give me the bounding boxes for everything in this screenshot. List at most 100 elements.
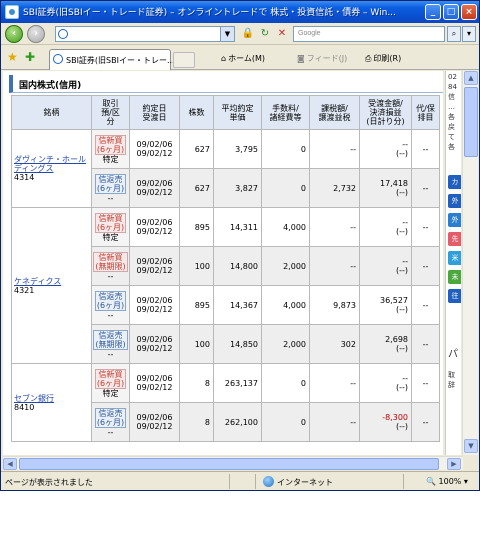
zoom-level[interactable]: 🔍 100% ▾ <box>426 477 468 486</box>
vertical-scrollbar[interactable]: ▲ ▼ <box>462 71 478 455</box>
table-row: ダヴィンチ・ホールディングス 4314 信新買 (6ヶ月) 特定 09/02/06… <box>11 129 440 208</box>
col-header-fee: 手数料/ 諸経費等 <box>261 95 310 130</box>
last-cell: -- <box>411 207 440 247</box>
price-cell: 14,850 <box>213 324 262 364</box>
side-text: 各 <box>448 113 455 121</box>
pl-cell: -- (--) <box>359 207 412 247</box>
print-button[interactable]: ⎙ 印刷(R) <box>365 53 401 64</box>
tab-sbi[interactable]: SBI証券(旧SBIイー・トレー... <box>49 49 175 70</box>
qty-cell: 8 <box>179 363 214 403</box>
title-bar[interactable]: SBI証券(旧SBIイー・トレード証券) – オンライントレードで 株式・投資信… <box>1 1 479 23</box>
horizontal-scrollbar[interactable]: ◀ ▶ <box>3 456 463 470</box>
feed-icon: ◙ <box>297 54 305 63</box>
trade-kind-badge: 信返売 (無期限) <box>93 329 128 350</box>
home-button[interactable]: ⌂ ホーム(M) <box>221 53 265 64</box>
qty-cell: 627 <box>179 129 214 169</box>
side-quick-button[interactable]: 先 <box>448 232 461 246</box>
feed-button[interactable]: ◙ フィード(J) <box>297 53 347 64</box>
last-cell: -- <box>411 402 440 442</box>
section-header: 国内株式(信用) <box>9 75 443 93</box>
tax-cell: -- <box>309 129 360 169</box>
trade-kind-badge: 信新買 (6ヶ月) <box>94 368 127 389</box>
side-quick-button[interactable]: 往 <box>448 289 461 303</box>
stock-name-cell: ケネディクス 4321 <box>11 207 92 364</box>
refresh-icon[interactable]: ↻ <box>258 27 272 41</box>
price-cell: 262,100 <box>213 402 262 442</box>
lock-icon[interactable]: 🔒 <box>241 27 255 41</box>
fee-cell: 4,000 <box>261 207 310 247</box>
side-quick-button[interactable]: 外 <box>448 194 461 208</box>
price-cell: 14,367 <box>213 285 262 325</box>
last-cell: -- <box>411 168 440 208</box>
side-quick-button[interactable]: カ <box>448 175 461 189</box>
minimize-button[interactable]: _ <box>425 4 441 20</box>
pl-cell: -- (--) <box>359 363 412 403</box>
account-type: 特定 <box>102 154 119 164</box>
search-button[interactable]: ⌕ <box>447 26 461 42</box>
dates-cell: 09/02/06 09/02/12 <box>129 324 180 364</box>
table-header-row: 銘柄 取引 預/区 分 約定日 受渡日 株数 平均約定 単価 手数料/ 諸経費等… <box>11 95 440 130</box>
trade-kind-cell: 信新買 (6ヶ月) 特定 <box>91 129 130 169</box>
fee-cell: 2,000 <box>261 246 310 286</box>
status-message: ページが表示されました <box>5 478 93 487</box>
trade-kind-cell: 信新買 (6ヶ月) 特定 <box>91 363 130 403</box>
horizontal-scroll-thumb[interactable] <box>19 458 439 470</box>
side-text: … <box>448 103 455 111</box>
fee-cell: 0 <box>261 402 310 442</box>
fee-cell: 0 <box>261 168 310 208</box>
side-quick-button[interactable]: 未 <box>448 270 461 284</box>
close-button[interactable]: × <box>461 4 477 20</box>
fee-cell: 4,000 <box>261 285 310 325</box>
account-type: -- <box>107 193 114 203</box>
tax-cell: 302 <box>309 324 360 364</box>
new-tab-button[interactable] <box>173 52 195 68</box>
dates-cell: 09/02/06 09/02/12 <box>129 168 180 208</box>
print-icon: ⎙ <box>365 54 372 63</box>
status-bar: ページが表示されました インターネット 🔍 100% ▾ <box>1 471 479 490</box>
side-quick-button[interactable]: 米 <box>448 251 461 265</box>
dates-cell: 09/02/06 09/02/12 <box>129 129 180 169</box>
scroll-down-icon[interactable]: ▼ <box>464 439 478 453</box>
table-row: セブン銀行 8410 信新買 (6ヶ月) 特定 09/02/06 09/02/12 8… <box>11 363 440 442</box>
account-type: -- <box>107 349 114 359</box>
scroll-right-icon[interactable]: ▶ <box>447 458 461 470</box>
last-cell: -- <box>411 324 440 364</box>
trades-table: 銘柄 取引 預/区 分 約定日 受渡日 株数 平均約定 単価 手数料/ 諸経費等… <box>11 95 440 442</box>
fee-cell: 2,000 <box>261 324 310 364</box>
pl-cell: -- (--) <box>359 246 412 286</box>
address-dropdown-icon[interactable]: ▼ <box>220 27 234 41</box>
add-favorites-icon[interactable]: ✚ <box>25 51 35 63</box>
side-text: 取 <box>448 371 455 379</box>
search-input[interactable]: Google <box>293 26 445 42</box>
maximize-button[interactable]: □ <box>443 4 459 20</box>
side-text: 信 <box>448 93 455 101</box>
scroll-up-icon[interactable]: ▲ <box>464 71 478 85</box>
trade-kind-badge: 信新買 (6ヶ月) <box>94 134 127 155</box>
price-cell: 3,827 <box>213 168 262 208</box>
search-placeholder: Google <box>298 30 321 37</box>
stop-icon[interactable]: ✕ <box>275 27 289 41</box>
stock-name-link[interactable]: ダヴィンチ・ホールディングス <box>14 155 89 173</box>
price-cell: 263,137 <box>213 363 262 403</box>
search-options-icon[interactable]: ▾ <box>462 26 476 42</box>
trade-kind-badge: 信新買 (6ヶ月) <box>94 212 127 233</box>
home-icon: ⌂ <box>221 54 227 63</box>
qty-cell: 627 <box>179 168 214 208</box>
favorites-star-icon[interactable]: ★ <box>7 51 18 63</box>
window-title: SBI証券(旧SBIイー・トレード証券) – オンライントレードで 株式・投資信… <box>23 8 396 18</box>
trade-kind-cell: 信返売 (6ヶ月) -- <box>91 168 130 208</box>
forward-button[interactable]: › <box>27 25 45 43</box>
app-icon <box>5 5 19 19</box>
tax-cell: 2,732 <box>309 168 360 208</box>
price-cell: 3,795 <box>213 129 262 169</box>
side-quick-button[interactable]: 外 <box>448 213 461 227</box>
scroll-left-icon[interactable]: ◀ <box>3 458 17 470</box>
account-type: 特定 <box>102 232 119 242</box>
address-bar[interactable]: ▼ <box>55 26 235 42</box>
tab-command-bar: ★ ✚ SBI証券(旧SBIイー・トレー... ⌂ ホーム(M) ◙ フィード(J)… <box>1 46 479 70</box>
back-button[interactable]: ‹ <box>5 25 23 43</box>
vertical-scroll-thumb[interactable] <box>464 87 478 157</box>
ie-tab-icon <box>53 54 63 64</box>
stock-name-link[interactable]: セブン銀行 <box>14 394 89 403</box>
stock-name-link[interactable]: ケネディクス <box>14 277 89 286</box>
